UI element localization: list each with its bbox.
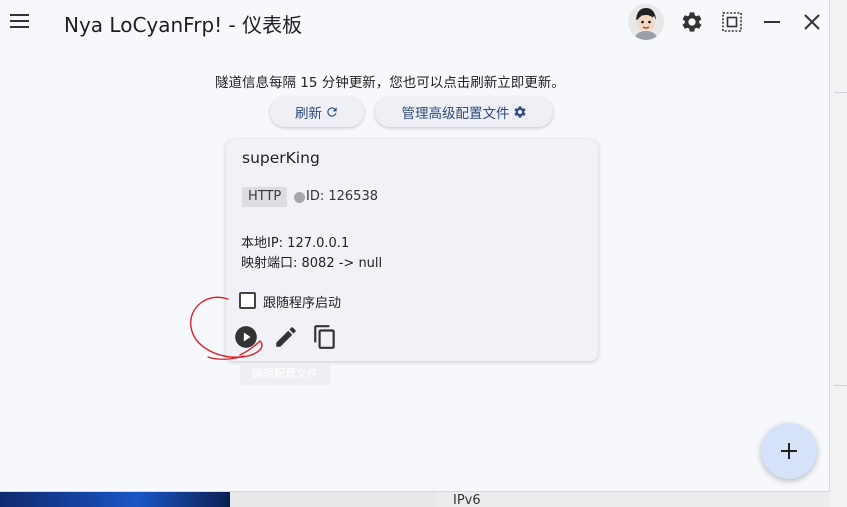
autostart-label: 跟随程序启动: [263, 296, 342, 311]
refresh-button[interactable]: 刷新: [270, 97, 364, 127]
gear-icon[interactable]: [680, 10, 704, 34]
divider: [834, 385, 847, 386]
gear-icon: [513, 105, 527, 119]
app-window: Nya LoCyanFrp! - 仪表板 隧道信息每隔 15 分钟更新，您也可以…: [0, 0, 830, 492]
copy-icon[interactable]: [312, 324, 338, 350]
refresh-button-label: 刷新: [295, 106, 322, 122]
tunnel-name: superKing: [242, 149, 320, 167]
play-icon[interactable]: [233, 324, 259, 350]
status-dot: [294, 192, 305, 203]
avatar[interactable]: [628, 4, 664, 40]
desktop-background: [0, 492, 230, 507]
background-panel-text: IPv6: [453, 493, 481, 507]
port-mapping: 映射端口: 8082 -> null: [241, 256, 383, 271]
autostart-checkbox[interactable]: [239, 292, 256, 309]
refresh-icon: [325, 105, 339, 119]
faded-tooltip: 编辑配置文件: [240, 363, 330, 385]
local-ip: 本地IP: 127.0.0.1: [241, 236, 350, 251]
add-tunnel-button[interactable]: [761, 423, 817, 479]
menu-icon[interactable]: [9, 11, 31, 31]
close-icon[interactable]: [800, 10, 824, 34]
background-window-edge: [830, 0, 847, 507]
manage-advanced-config-button[interactable]: 管理高级配置文件: [375, 97, 553, 127]
protocol-badge: HTTP: [242, 187, 288, 207]
background-window: IPv6: [437, 492, 830, 507]
title-bar: Nya LoCyanFrp! - 仪表板: [0, 0, 830, 44]
tunnel-card: superKing HTTP ID: 126538 本地IP: 127.0.0.…: [226, 139, 598, 361]
tunnel-id: ID: 126538: [306, 189, 378, 204]
edit-icon[interactable]: [273, 324, 299, 350]
manage-advanced-config-label: 管理高级配置文件: [401, 106, 510, 122]
plus-icon: [781, 443, 797, 459]
minimize-icon[interactable]: [760, 10, 784, 34]
update-info-text: 隧道信息每隔 15 分钟更新，您也可以点击刷新立即更新。: [215, 75, 565, 91]
divider: [834, 92, 847, 93]
screenshot-icon[interactable]: [720, 10, 744, 34]
window-title: Nya LoCyanFrp! - 仪表板: [64, 13, 303, 37]
